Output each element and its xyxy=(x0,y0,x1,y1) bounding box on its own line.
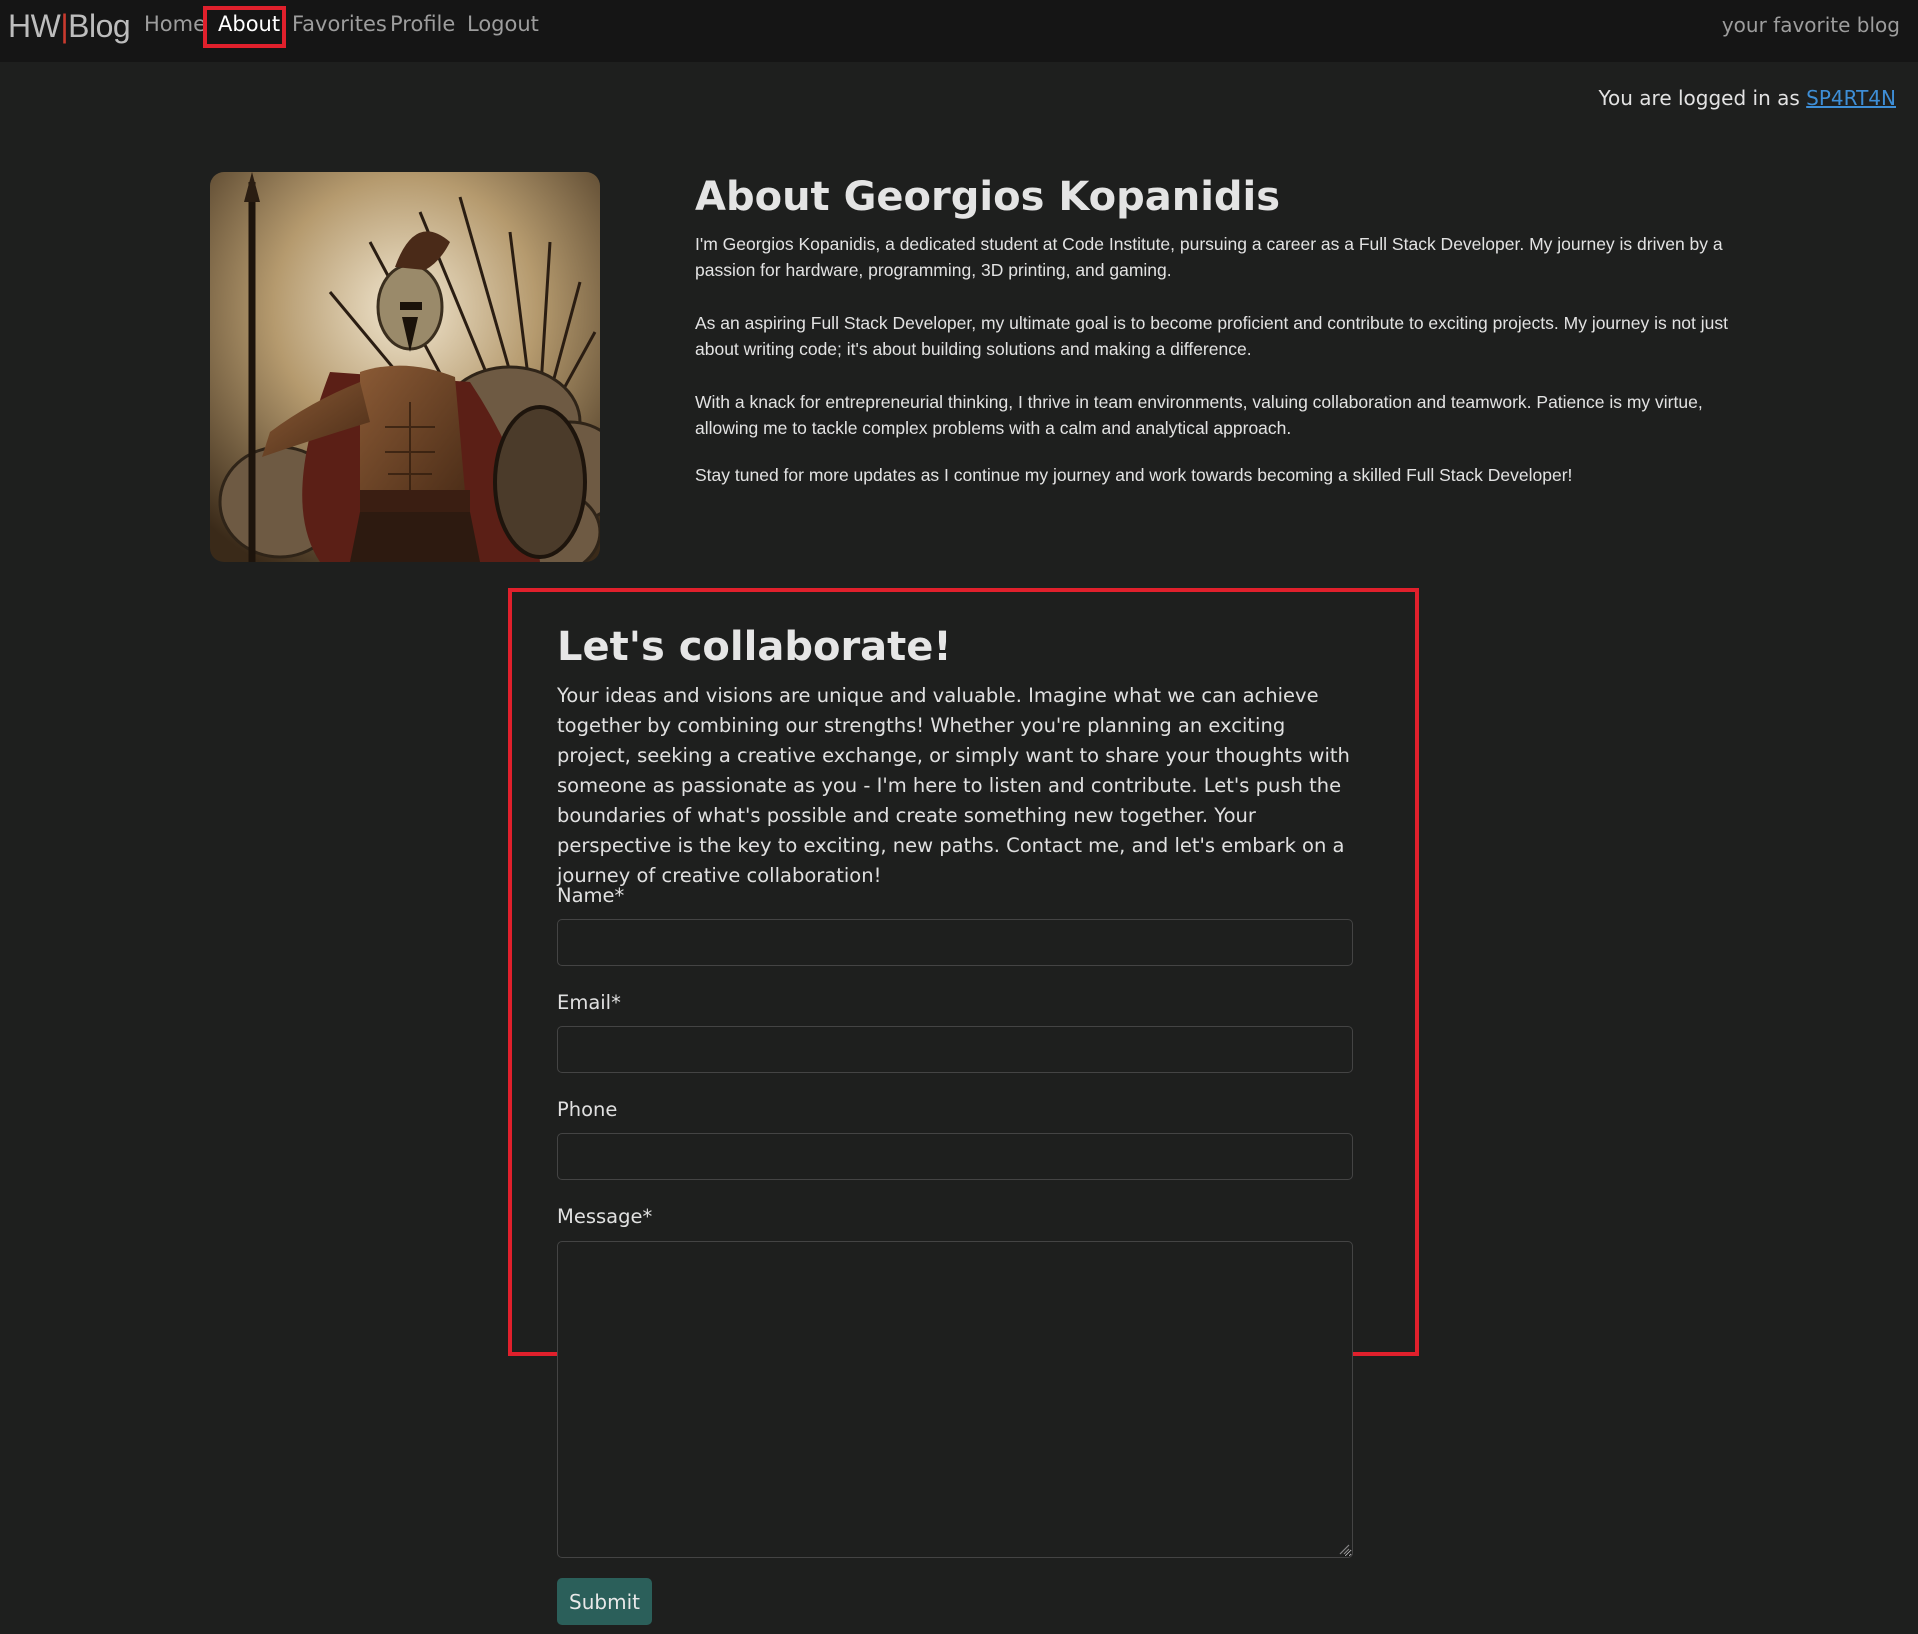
brand-left: HW xyxy=(8,8,61,44)
navbar: HW|Blog Home About Favorites Profile Log… xyxy=(0,0,1918,62)
about-paragraph-4: Stay tuned for more updates as I continu… xyxy=(695,465,1573,485)
email-input[interactable] xyxy=(557,1026,1353,1073)
submit-button[interactable]: Submit xyxy=(557,1578,652,1625)
about-paragraph-1: I'm Georgios Kopanidis, a dedicated stud… xyxy=(695,234,1723,280)
message-textarea[interactable] xyxy=(557,1241,1353,1558)
about-paragraph-3: With a knack for entrepreneurial thinkin… xyxy=(695,392,1703,438)
brand-right: Blog xyxy=(68,8,131,44)
name-label: Name* xyxy=(557,884,625,907)
spartan-warrior-image xyxy=(210,172,600,562)
collab-text: Your ideas and visions are unique and va… xyxy=(557,684,1350,887)
collab-title: Let's collaborate! xyxy=(557,624,952,670)
tagline: your favorite blog xyxy=(1721,13,1900,37)
name-input[interactable] xyxy=(557,919,1353,966)
nav-logout[interactable]: Logout xyxy=(467,12,539,36)
active-nav-highlight xyxy=(203,6,286,48)
nav-profile[interactable]: Profile xyxy=(390,12,455,36)
username-link[interactable]: SP4RT4N xyxy=(1806,86,1896,110)
about-paragraph-2: As an aspiring Full Stack Developer, my … xyxy=(695,313,1728,359)
brand-separator: | xyxy=(60,8,69,44)
login-status-prefix: You are logged in as xyxy=(1598,86,1800,110)
nav-home[interactable]: Home xyxy=(144,12,206,36)
phone-input[interactable] xyxy=(557,1133,1353,1180)
phone-label: Phone xyxy=(557,1098,618,1121)
message-label: Message* xyxy=(557,1205,653,1228)
login-status: You are logged in as SP4RT4N xyxy=(1598,86,1896,110)
email-label: Email* xyxy=(557,991,621,1014)
resize-grip-icon[interactable] xyxy=(1339,1544,1350,1555)
brand-logo[interactable]: HW|Blog xyxy=(8,8,131,45)
nav-favorites[interactable]: Favorites xyxy=(292,12,387,36)
about-title: About Georgios Kopanidis xyxy=(695,174,1281,220)
profile-image xyxy=(210,172,600,562)
